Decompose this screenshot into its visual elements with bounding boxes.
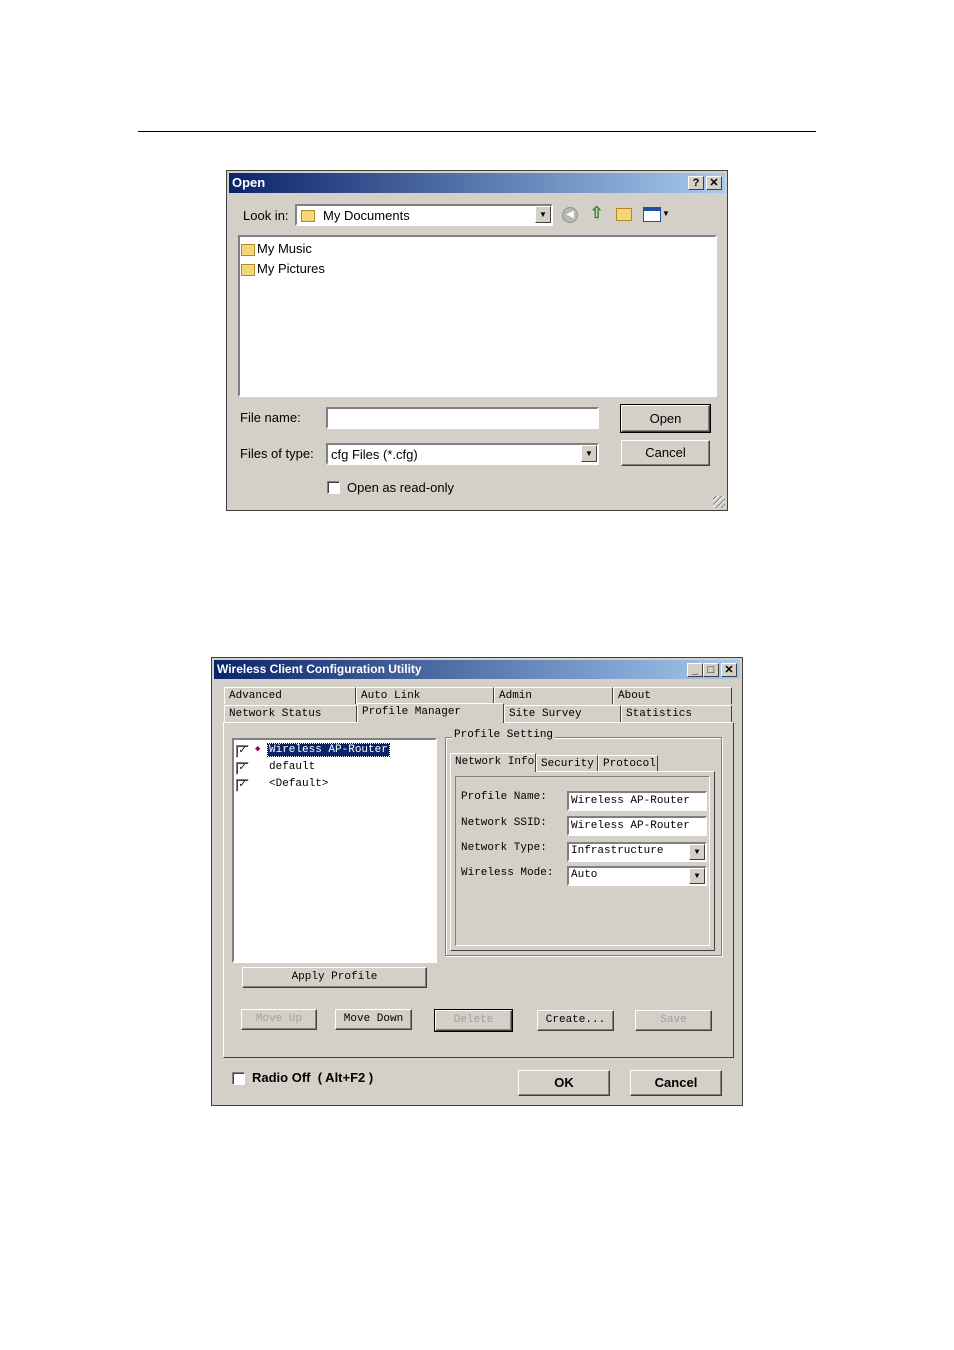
wireless-mode-label: Wireless Mode: bbox=[461, 867, 554, 879]
wcu-title: Wireless Client Configuration Utility bbox=[217, 662, 422, 676]
tab-site-survey[interactable]: Site Survey bbox=[504, 705, 621, 722]
list-item-label: My Music bbox=[257, 241, 312, 256]
network-info-fields: Profile Name: Wireless AP-Router Network… bbox=[455, 776, 710, 946]
resize-grip-icon[interactable] bbox=[713, 496, 725, 508]
list-item-label: Wireless AP-Router bbox=[267, 743, 390, 757]
tab-protocol[interactable]: Protocol bbox=[598, 755, 658, 772]
files-of-type-select[interactable]: cfg Files (*.cfg) ▼ bbox=[326, 443, 599, 465]
ok-button[interactable]: OK bbox=[518, 1070, 610, 1096]
close-icon[interactable]: ✕ bbox=[721, 663, 737, 677]
tab-about[interactable]: About bbox=[613, 687, 732, 704]
move-up-button[interactable]: Move Up bbox=[241, 1009, 317, 1030]
view-menu-arrow-icon[interactable]: ▼ bbox=[662, 209, 670, 218]
files-of-type-value: cfg Files (*.cfg) bbox=[331, 447, 418, 462]
files-of-type-label: Files of type: bbox=[240, 446, 314, 461]
list-item[interactable]: ✓ ◆ Wireless AP-Router bbox=[236, 743, 426, 760]
profile-checkbox[interactable]: ✓ bbox=[236, 779, 249, 792]
list-item[interactable]: My Pictures bbox=[241, 261, 325, 276]
list-item-label: My Pictures bbox=[257, 261, 325, 276]
open-dialog: Open ? ✕ Look in: My Documents ▼ ◀ ⇧ ▼ M… bbox=[226, 170, 728, 511]
help-button[interactable]: ? bbox=[688, 176, 704, 190]
open-button[interactable]: Open bbox=[620, 404, 711, 433]
maximize-icon[interactable]: □ bbox=[703, 663, 719, 677]
radio-off-label: Radio Off ( Alt+F2 ) bbox=[252, 1070, 374, 1085]
active-profile-icon: ◆ bbox=[255, 744, 261, 754]
list-item[interactable]: ✓ default bbox=[236, 760, 426, 777]
file-list[interactable]: My Music My Pictures bbox=[238, 235, 717, 397]
wireless-mode-dropdown-arrow-icon[interactable]: ▼ bbox=[689, 868, 705, 884]
wireless-mode-select[interactable]: Auto ▼ bbox=[567, 866, 707, 886]
cancel-button[interactable]: Cancel bbox=[630, 1070, 722, 1096]
tab-statistics[interactable]: Statistics bbox=[621, 705, 732, 722]
network-type-value: Infrastructure bbox=[571, 845, 664, 857]
file-name-input[interactable] bbox=[326, 407, 599, 429]
tab-admin[interactable]: Admin bbox=[494, 687, 613, 704]
profile-name-input[interactable]: Wireless AP-Router bbox=[567, 791, 707, 811]
tab-auto-link[interactable]: Auto Link bbox=[356, 687, 494, 704]
cancel-button[interactable]: Cancel bbox=[621, 440, 710, 466]
list-item-label: <Default> bbox=[269, 778, 329, 790]
profile-manager-page: ✓ ◆ Wireless AP-Router ✓ default ✓ <Defa… bbox=[223, 722, 734, 1058]
profile-checkbox[interactable]: ✓ bbox=[236, 745, 249, 758]
network-info-panel: Profile Name: Wireless AP-Router Network… bbox=[450, 771, 715, 951]
save-button[interactable]: Save bbox=[635, 1010, 712, 1031]
wireless-mode-value: Auto bbox=[571, 869, 598, 881]
folder-icon bbox=[301, 209, 315, 222]
network-type-label: Network Type: bbox=[461, 842, 547, 854]
tab-advanced[interactable]: Advanced bbox=[224, 687, 356, 704]
list-item[interactable]: ✓ <Default> bbox=[236, 777, 426, 794]
open-dialog-title: Open bbox=[232, 175, 266, 190]
up-folder-icon[interactable]: ⇧ bbox=[590, 205, 606, 223]
look-in-label: Look in: bbox=[243, 208, 289, 223]
file-name-label: File name: bbox=[240, 410, 301, 425]
network-type-dropdown-arrow-icon[interactable]: ▼ bbox=[689, 844, 705, 860]
view-menu-icon[interactable] bbox=[643, 207, 661, 222]
profile-checkbox[interactable]: ✓ bbox=[236, 762, 249, 775]
files-of-type-dropdown-arrow-icon[interactable]: ▼ bbox=[581, 445, 597, 462]
tab-network-status[interactable]: Network Status bbox=[224, 705, 357, 722]
read-only-checkbox[interactable] bbox=[327, 481, 340, 494]
tab-security[interactable]: Security bbox=[536, 755, 598, 772]
minimize-icon[interactable]: _ bbox=[687, 663, 703, 677]
back-icon[interactable]: ◀ bbox=[562, 207, 578, 223]
move-down-button[interactable]: Move Down bbox=[335, 1009, 412, 1030]
wcu-window: Wireless Client Configuration Utility _ … bbox=[211, 657, 743, 1106]
tab-network-info[interactable]: Network Info bbox=[450, 753, 536, 772]
profile-setting-label: Profile Setting bbox=[452, 729, 556, 741]
new-folder-icon[interactable] bbox=[616, 208, 632, 221]
page-rule bbox=[138, 131, 816, 132]
look-in-value: My Documents bbox=[323, 208, 410, 223]
wcu-titlebar: Wireless Client Configuration Utility _ … bbox=[214, 660, 740, 679]
look-in-dropdown-arrow-icon[interactable]: ▼ bbox=[535, 206, 551, 223]
profile-list[interactable]: ✓ ◆ Wireless AP-Router ✓ default ✓ <Defa… bbox=[232, 738, 437, 963]
apply-profile-button[interactable]: Apply Profile bbox=[242, 967, 427, 988]
network-ssid-input[interactable]: Wireless AP-Router bbox=[567, 816, 707, 836]
look-in-select[interactable]: My Documents ▼ bbox=[295, 204, 553, 226]
list-item-label: default bbox=[269, 761, 316, 773]
network-type-select[interactable]: Infrastructure ▼ bbox=[567, 842, 707, 862]
open-dialog-titlebar: Open ? ✕ bbox=[229, 173, 725, 193]
music-folder-icon bbox=[241, 243, 255, 256]
profile-name-label: Profile Name: bbox=[461, 791, 547, 803]
create-button[interactable]: Create... bbox=[537, 1010, 614, 1031]
list-item[interactable]: My Music bbox=[241, 241, 312, 256]
network-ssid-label: Network SSID: bbox=[461, 817, 547, 829]
tab-profile-manager[interactable]: Profile Manager bbox=[357, 703, 504, 723]
radio-off-checkbox[interactable] bbox=[232, 1072, 245, 1085]
profile-setting-group: Profile Setting Network Info Security Pr… bbox=[445, 729, 722, 956]
delete-button[interactable]: Delete bbox=[434, 1009, 513, 1032]
read-only-label: Open as read-only bbox=[347, 480, 454, 495]
close-button[interactable]: ✕ bbox=[706, 176, 722, 190]
pictures-folder-icon bbox=[241, 263, 255, 276]
